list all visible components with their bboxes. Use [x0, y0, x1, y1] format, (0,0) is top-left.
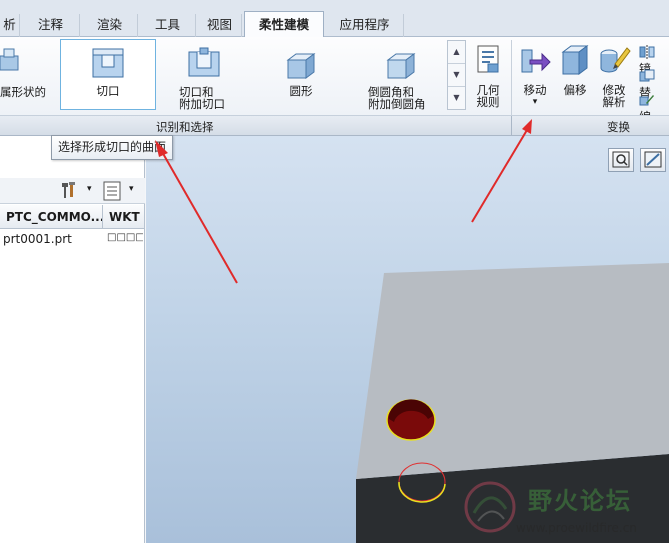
modify-analytic-label-2: 解析 [602, 95, 626, 109]
tab-label: 渲染 [96, 17, 122, 32]
forum-watermark: 野火论坛 www.proewildfire.cn [458, 475, 663, 539]
tab-tools[interactable]: 工具 [140, 14, 196, 37]
tree-show-button[interactable] [103, 181, 121, 204]
watermark-url: www.proewildfire.cn [516, 521, 637, 535]
move-label: 移动 [523, 83, 547, 97]
attached-shape-button[interactable]: 属形状的 [0, 40, 58, 110]
tab-label: 析 [3, 17, 16, 32]
mirror-icon [639, 44, 655, 59]
substitute-icon [639, 69, 655, 81]
move-dropdown-icon[interactable]: ▾ [514, 96, 556, 108]
gallery-scroll-down-icon[interactable]: ▼ [448, 64, 465, 87]
geometry-rules-label-2: 规则 [476, 95, 500, 109]
cut-and-attached-label-2: 附加切口 [179, 97, 225, 111]
identify-group-name: 识别和选择 [156, 120, 214, 134]
block-top-face[interactable] [356, 263, 669, 479]
tab-label: 工具 [154, 17, 180, 32]
group-bar-divider [511, 116, 512, 135]
list-icon [103, 181, 121, 201]
cut-button[interactable]: 切口 [60, 39, 156, 110]
geometry-rules-icon [477, 45, 499, 73]
tab-label: 应用程序 [339, 17, 390, 32]
column-header-ptc-common[interactable]: PTC_COMMO... [0, 205, 103, 229]
mirror-button[interactable]: 镜 [639, 42, 669, 76]
watermark-logo-icon [464, 481, 516, 533]
move-icon [521, 49, 551, 73]
gallery-scroll-up-icon[interactable]: ▲ [448, 41, 465, 64]
cut-tooltip: 选择形成切口的曲面 [51, 135, 173, 160]
round-label: 圆形 [289, 84, 313, 98]
attached-shape-label: 属形状的 [0, 85, 46, 99]
tab-label: 注释 [37, 17, 63, 32]
cut-label: 切口 [96, 84, 120, 98]
gallery-scrollbar[interactable]: ▲ ▼ ▼ [447, 40, 466, 110]
model-tree-toolbar: ▾ ▾ [0, 178, 145, 204]
tab-applications[interactable]: 应用程序 [326, 14, 404, 37]
modify-analytic-button[interactable]: 修改 解析 [595, 40, 633, 110]
edit-icon [639, 94, 654, 105]
tab-view[interactable]: 视图 [198, 14, 242, 37]
tab-render[interactable]: 渲染 [82, 14, 138, 37]
column-header-wkt[interactable]: WKT [103, 205, 145, 229]
offset-button[interactable]: 偏移 [557, 40, 593, 110]
tab-flexible-modeling[interactable]: 柔性建模 [244, 11, 324, 38]
round-and-attached-round-button[interactable]: 倒圆角和 附加倒圆角 [360, 40, 444, 110]
ribbon-tab-strip: 析 注释 渲染 工具 视图 柔性建模 应用程序 [0, 0, 669, 38]
watermark-title: 野火论坛 [528, 486, 632, 515]
cut-and-attached-icon [188, 47, 220, 77]
modify-analytic-icon [600, 47, 631, 73]
round-and-attached-label-2: 附加倒圆角 [368, 97, 426, 111]
tab-analysis[interactable]: 析 [0, 14, 20, 37]
transform-group-name: 变换 [607, 120, 630, 134]
ribbon-group-bar: 识别和选择 变换 [0, 115, 669, 136]
tools-icon [62, 182, 75, 198]
tree-settings-dropdown-icon[interactable]: ▾ [87, 184, 92, 194]
move-button[interactable]: 移动 ▾ [514, 40, 556, 110]
attached-shape-icon [0, 48, 19, 71]
round-and-attached-icon [386, 53, 416, 79]
cut-and-attached-cut-button[interactable]: 切口和 附加切口 [165, 40, 243, 110]
gallery-more-icon[interactable]: ▼ [448, 87, 465, 110]
offset-icon [561, 45, 589, 75]
tree-row-name[interactable]: prt0001.prt [3, 232, 103, 246]
edit-button[interactable]: 编 [639, 90, 669, 124]
substitute-button[interactable]: 替 [639, 66, 669, 100]
offset-label: 偏移 [563, 83, 587, 97]
tree-settings-button[interactable] [60, 181, 80, 202]
geometry-rules-button[interactable]: 几何 规则 [470, 40, 506, 110]
tab-annotate[interactable]: 注释 [22, 14, 80, 37]
tab-label: 视图 [206, 17, 232, 32]
round-button[interactable]: 圆形 [270, 40, 332, 110]
round-icon [286, 53, 316, 79]
cut-icon [92, 48, 124, 78]
model-tree-panel: ▾ ▾ PTC_COMMO... WKT prt0001.prt □□□□ [0, 136, 145, 543]
tree-show-dropdown-icon[interactable]: ▾ [129, 184, 134, 194]
tree-row-wkt: □□□□ [107, 232, 143, 243]
tab-label: 柔性建模 [258, 17, 309, 32]
